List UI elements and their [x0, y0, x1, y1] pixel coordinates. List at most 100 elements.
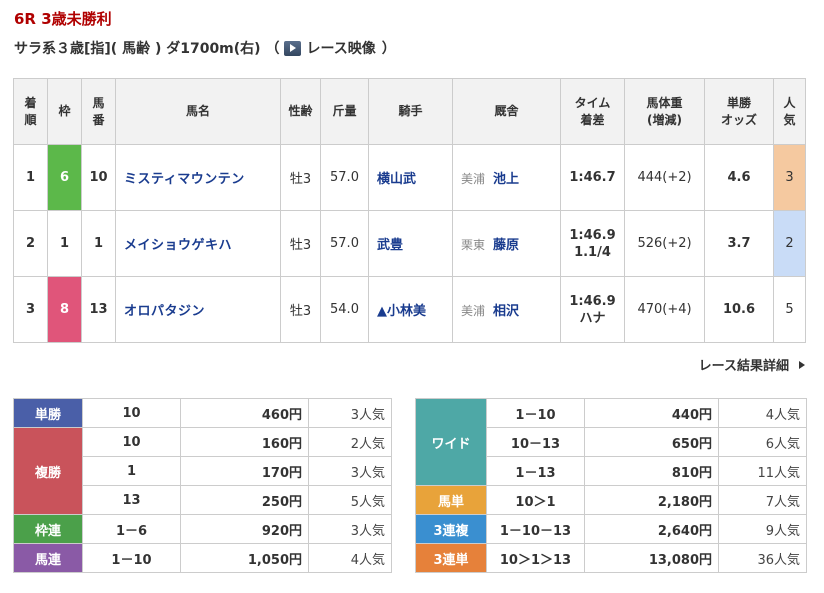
chevron-right-icon[interactable]: [799, 360, 805, 369]
finish-margin: ハナ: [579, 310, 606, 326]
payout-combination: 10＞1＞13: [486, 543, 585, 573]
carried-weight: 57.0: [320, 144, 369, 211]
payout-combination: 10: [82, 427, 181, 457]
payout-combination: 13: [82, 485, 181, 515]
payout-combination: 1－10: [82, 543, 181, 573]
sex-age: 牡3: [280, 144, 321, 211]
horse-name-link[interactable]: オロパタジン: [115, 276, 281, 343]
trainer-link[interactable]: 相沢: [493, 304, 519, 319]
trainer-link[interactable]: 池上: [493, 172, 519, 187]
race-detail-link[interactable]: レース結果詳細: [699, 355, 805, 374]
payout-combination: 1－6: [82, 514, 181, 544]
col-header-line: 厩舎: [494, 104, 519, 118]
payout-amount: 2,640円: [584, 514, 719, 544]
col-header-line: 人: [783, 95, 796, 110]
bet-type-label: 3連複: [415, 514, 487, 544]
payout-amount: 440円: [584, 398, 719, 428]
race-conditions: サラ系３歳[指]( 馬齢 ) ダ1700m(右) （: [14, 41, 280, 57]
col-header: 馬体重 (増減): [624, 78, 705, 145]
payout-combination: 1: [82, 456, 181, 486]
jockey-link[interactable]: 横山武: [368, 144, 453, 211]
horse-number: 1: [81, 210, 116, 277]
result-row: 1 6 10 ミスティマウンテン 牡3 57.0 横山武 美浦 池上 1:46.7 444(+2) 4…: [13, 144, 806, 211]
payout-combination: 1－13: [486, 456, 585, 486]
payout-combination: 1－10: [486, 398, 585, 428]
payout-row: 馬連 1－10 1,050円 4人気: [13, 543, 392, 573]
bet-type-label: 馬連: [13, 543, 83, 573]
col-header: 斤量: [320, 78, 369, 145]
payout-popularity: 11人気: [718, 456, 807, 486]
time-margin: 1:46.9 ハナ: [560, 276, 625, 343]
col-header-line: 着: [24, 95, 37, 110]
payout-amount: 650円: [584, 427, 719, 457]
jockey-link[interactable]: 武豊: [368, 210, 453, 277]
payout-row: ワイド 1－10 440円 4人気: [415, 398, 807, 486]
win-odds: 3.7: [704, 210, 774, 277]
trainer-cell: 美浦 池上: [452, 144, 561, 211]
popularity: 3: [773, 144, 806, 211]
race-detail-label[interactable]: レース結果詳細: [699, 355, 789, 374]
trainer-link[interactable]: 藤原: [493, 238, 519, 253]
col-header-line: 騎手: [398, 104, 423, 118]
col-header: 厩舎: [452, 78, 561, 145]
finish-time: 1:46.9: [569, 293, 616, 309]
payout-table-left: 単勝 10 460円 3人気 複勝 10 160円 2人気 1 170円 3人気 13 250円 5人気枠…: [13, 398, 392, 573]
col-header-line: 馬: [92, 95, 105, 110]
payout-combination: 10＞1: [486, 485, 585, 515]
race-title: 6R 3歳未勝利: [14, 10, 112, 28]
col-header: タイム 着差: [560, 78, 625, 145]
payout-amount: 460円: [180, 398, 309, 428]
time-margin: 1:46.9 1.1/4: [560, 210, 625, 277]
payout-amount: 170円: [180, 456, 309, 486]
win-odds: 10.6: [704, 276, 774, 343]
col-header-line: 馬名: [185, 104, 210, 118]
results-header-row: 着順枠馬番馬名 性齢 斤量 騎手 厩舎 タイム 着差 馬体重 (増減) 単勝 オッズ人気: [13, 78, 806, 145]
finish-time: 1:46.7: [569, 170, 616, 185]
jockey-link[interactable]: ▲小林美: [368, 276, 453, 343]
horse-name-link[interactable]: メイショウゲキハ: [115, 210, 281, 277]
finish-margin: 1.1/4: [574, 244, 611, 260]
payout-popularity: 9人気: [718, 514, 807, 544]
payout-row: 複勝 10 160円 2人気: [13, 427, 392, 515]
body-weight: 470(+4): [624, 276, 705, 343]
payout-popularity: 3人気: [308, 456, 392, 486]
trainer-cell: 栗東 藤原: [452, 210, 561, 277]
payout-popularity: 4人気: [718, 398, 807, 428]
col-header-line: 気: [783, 112, 796, 127]
payout-combination: 10: [82, 398, 181, 428]
payout-amount: 920円: [180, 514, 309, 544]
popularity: 2: [773, 210, 806, 277]
col-header-line: オッズ: [720, 112, 757, 127]
win-odds: 4.6: [704, 144, 774, 211]
frame-number: 6: [47, 144, 82, 211]
video-play-icon[interactable]: [284, 40, 302, 56]
body-weight: 526(+2): [624, 210, 705, 277]
sex-age: 牡3: [280, 276, 321, 343]
finish-rank: 3: [13, 276, 48, 343]
payout-amount: 13,080円: [584, 543, 719, 573]
col-header: 性齢: [280, 78, 321, 145]
race-video-link[interactable]: レース映像: [306, 38, 375, 58]
race-info: サラ系３歳[指]( 馬齢 ) ダ1700m(右) （ レース映像 ）: [14, 38, 396, 58]
payout-popularity: 2人気: [308, 427, 392, 457]
bet-type-label: 3連単: [415, 543, 487, 573]
payout-popularity: 3人気: [308, 514, 392, 544]
payout-popularity: 7人気: [718, 485, 807, 515]
col-header-line: 着差: [580, 112, 605, 127]
finish-time: 1:46.9: [569, 227, 616, 243]
bet-type-label: 枠連: [13, 514, 83, 544]
payout-amount: 160円: [180, 427, 309, 457]
payout-row: 馬単 10＞1 2,180円 7人気: [415, 485, 807, 515]
payout-row: 単勝 10 460円 3人気: [13, 398, 392, 428]
frame-number: 8: [47, 276, 82, 343]
sex-age: 牡3: [280, 210, 321, 277]
trainer-cell: 美浦 相沢: [452, 276, 561, 343]
result-row: 2 1 1 メイショウゲキハ 牡3 57.0 武豊 栗東 藤原 1:46.9 1.1/4 526(+2…: [13, 210, 806, 277]
carried-weight: 57.0: [320, 210, 369, 277]
finish-rank: 1: [13, 144, 48, 211]
col-header: 単勝 オッズ: [704, 78, 774, 145]
col-header-line: (増減): [647, 112, 682, 127]
horse-name-link[interactable]: ミスティマウンテン: [115, 144, 281, 211]
payout-popularity: 4人気: [308, 543, 392, 573]
trainer-region: 栗東: [461, 238, 486, 252]
